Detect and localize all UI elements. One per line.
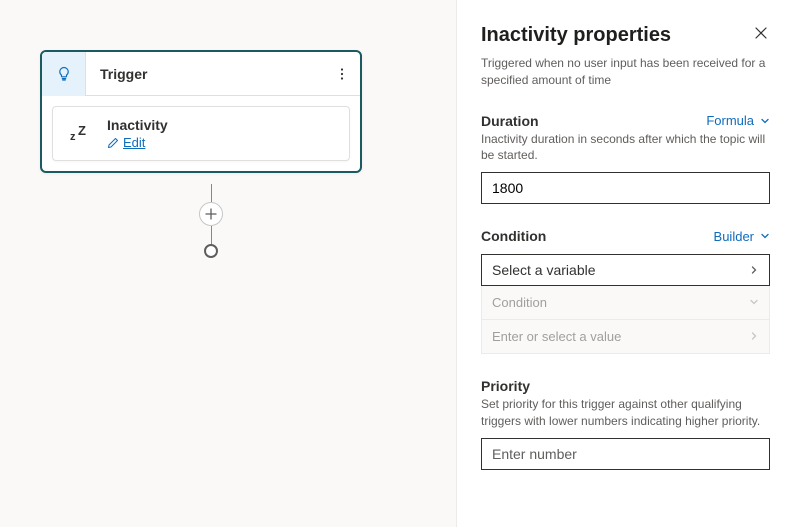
plus-icon <box>205 208 217 220</box>
lightbulb-icon <box>56 66 72 82</box>
duration-mode-toggle[interactable]: Formula <box>706 113 770 128</box>
condition-mode-toggle[interactable]: Builder <box>714 229 770 244</box>
priority-section: Priority Set priority for this trigger a… <box>481 378 770 470</box>
condition-operator-select: Condition <box>481 286 770 320</box>
chevron-down-icon <box>760 231 770 241</box>
trigger-node-header: Trigger <box>42 52 360 96</box>
node-connector <box>199 184 223 258</box>
trigger-type-icon-box <box>42 52 86 96</box>
end-node-icon <box>204 244 218 258</box>
edit-link[interactable]: Edit <box>107 135 168 150</box>
add-node-button[interactable] <box>199 202 223 226</box>
sleep-icon: z Z <box>65 124 93 144</box>
priority-help: Set priority for this trigger against ot… <box>481 396 770 430</box>
chevron-down-icon <box>749 295 759 310</box>
chevron-right-icon <box>749 262 759 278</box>
svg-text:z: z <box>70 131 76 143</box>
edit-label: Edit <box>123 135 145 150</box>
svg-text:Z: Z <box>78 124 86 138</box>
properties-panel: Inactivity properties Triggered when no … <box>456 0 794 527</box>
condition-label: Condition <box>481 228 546 244</box>
condition-section: Condition Builder Select a variable Cond… <box>481 228 770 354</box>
close-icon <box>754 26 768 40</box>
inactivity-card[interactable]: z Z Inactivity Edit <box>52 106 350 161</box>
inactivity-title: Inactivity <box>107 117 168 133</box>
node-more-button[interactable] <box>324 52 360 96</box>
close-button[interactable] <box>752 24 770 45</box>
priority-input[interactable] <box>481 438 770 470</box>
duration-section: Duration Formula Inactivity duration in … <box>481 113 770 205</box>
flow-canvas: Trigger z Z Inactivity <box>0 0 456 527</box>
trigger-node[interactable]: Trigger z Z Inactivity <box>40 50 362 173</box>
condition-value-text: Enter or select a value <box>492 329 621 344</box>
panel-description: Triggered when no user input has been re… <box>481 55 770 89</box>
trigger-node-title: Trigger <box>86 66 324 82</box>
more-vertical-icon <box>335 67 349 81</box>
duration-label: Duration <box>481 113 539 129</box>
condition-mode-text: Builder <box>714 229 754 244</box>
pencil-icon <box>107 137 119 149</box>
duration-mode-text: Formula <box>706 113 754 128</box>
variable-select-text: Select a variable <box>492 262 596 278</box>
condition-operator-text: Condition <box>492 295 547 310</box>
condition-value-select: Enter or select a value <box>481 320 770 354</box>
panel-title: Inactivity properties <box>481 24 671 47</box>
duration-help: Inactivity duration in seconds after whi… <box>481 131 770 165</box>
duration-input[interactable] <box>481 172 770 204</box>
chevron-right-icon <box>749 329 759 344</box>
priority-label: Priority <box>481 378 530 394</box>
chevron-down-icon <box>760 116 770 126</box>
variable-select[interactable]: Select a variable <box>481 254 770 286</box>
trigger-node-body: z Z Inactivity Edit <box>42 96 360 171</box>
